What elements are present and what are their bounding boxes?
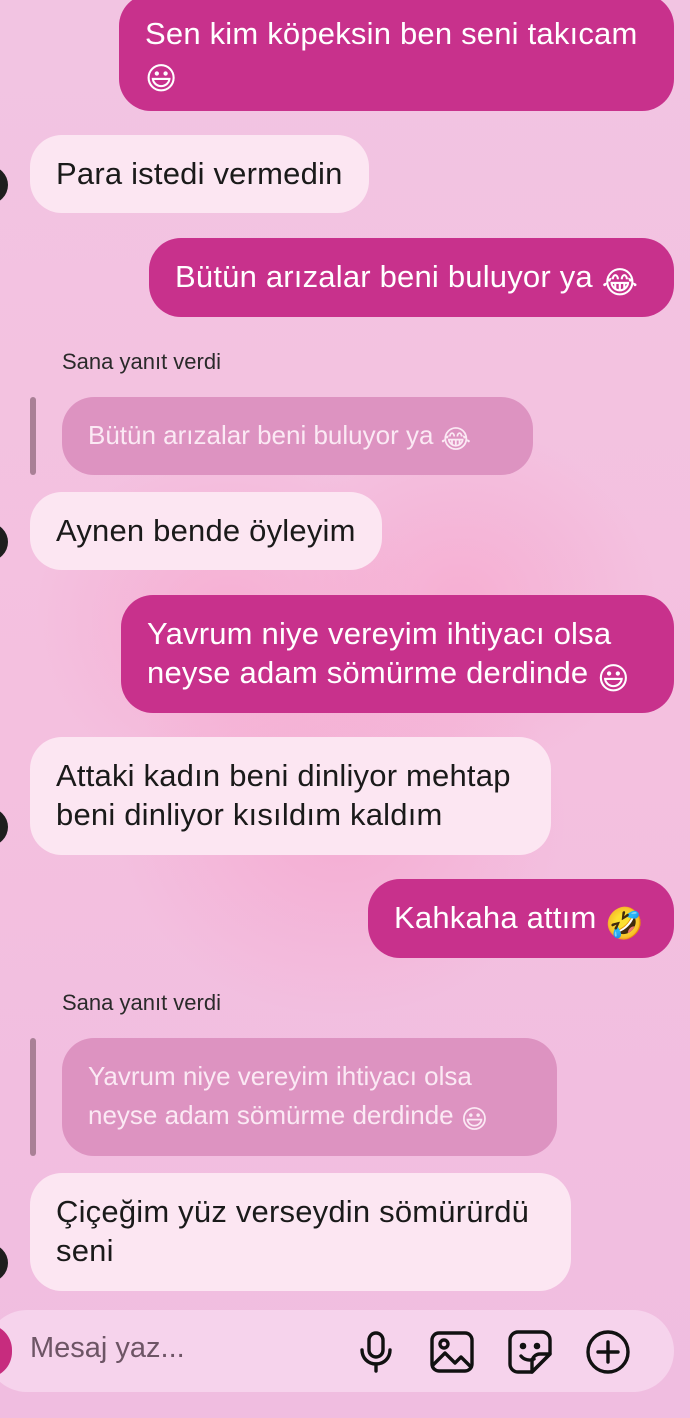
quoted-text-line: neyse adam sömürme derdinde 😃 [88, 1100, 488, 1134]
message-input-placeholder: Mesaj yaz... [30, 1332, 185, 1364]
incoming-message[interactable]: Attaki kadın beni dinliyor mehtap beni d… [30, 737, 551, 855]
message-text-line: neyse adam sömürme derdinde 😃 [147, 655, 630, 696]
message-composer: Mesaj yaz... [0, 1310, 674, 1392]
reply-bar [30, 1038, 36, 1156]
message-text: Sen kim köpeksin ben seni takıcam 😃 [145, 10, 648, 94]
incoming-message[interactable]: Para istedi vermedin [30, 135, 369, 213]
message-text-line: seni [56, 1233, 114, 1268]
message-text-line: Çiçeğim yüz verseydin sömürürdü [56, 1194, 530, 1229]
outgoing-message[interactable]: Yavrum niye vereyim ihtiyacı olsa neyse … [121, 595, 674, 713]
image-icon[interactable] [428, 1328, 476, 1376]
plus-circle-icon[interactable] [584, 1328, 632, 1376]
message-text: Aynen bende öyleyim [56, 513, 356, 548]
laughing-emoji-icon: 😂 [440, 424, 472, 454]
outgoing-message[interactable]: Sen kim köpeksin ben seni takıcam 😃 [119, 0, 674, 111]
reply-label: Sana yanıt verdi [62, 349, 221, 374]
quoted-message[interactable]: Yavrum niye vereyim ihtiyacı olsa neyse … [62, 1038, 557, 1156]
quoted-text-line: Yavrum niye vereyim ihtiyacı olsa [88, 1061, 472, 1091]
message-text-line: Sen kim köpeksin ben seni takıcam [145, 16, 638, 51]
message-text-line: beni dinliyor kısıldım kaldım [56, 797, 443, 832]
smiley-emoji-icon: 😃 [460, 1104, 488, 1134]
message-text: Para istedi vermedin [56, 156, 343, 191]
message-text-line: Attaki kadın beni dinliyor mehtap [56, 758, 511, 793]
smiley-emoji-icon: 😃 [597, 661, 630, 696]
outgoing-message[interactable]: Kahkaha attım 🤣 [368, 879, 674, 958]
reply-bar [30, 397, 36, 475]
outgoing-message[interactable]: Bütün arızalar beni buluyor ya 😂 [149, 238, 674, 317]
rofl-emoji-icon: 🤣 [605, 906, 645, 941]
microphone-icon[interactable] [352, 1328, 400, 1376]
message-input[interactable]: Mesaj yaz... [30, 1332, 185, 1365]
laughing-emoji-icon: 😂 [601, 265, 639, 300]
smiley-emoji-icon: 😃 [145, 61, 178, 96]
camera-button[interactable] [0, 1324, 12, 1378]
message-text-line: Yavrum niye vereyim ihtiyacı olsa [147, 616, 612, 651]
sticker-icon[interactable] [506, 1328, 554, 1376]
message-text: Bütün arızalar beni buluyor ya [175, 259, 593, 294]
incoming-message[interactable]: Çiçeğim yüz verseydin sömürürdü seni [30, 1173, 571, 1291]
quoted-text: Bütün arızalar beni buluyor ya [88, 420, 434, 450]
incoming-message[interactable]: Aynen bende öyleyim [30, 492, 382, 570]
quoted-message[interactable]: Bütün arızalar beni buluyor ya 😂 [62, 397, 533, 475]
reply-label: Sana yanıt verdi [62, 990, 221, 1015]
message-text: Kahkaha attım [394, 900, 597, 935]
